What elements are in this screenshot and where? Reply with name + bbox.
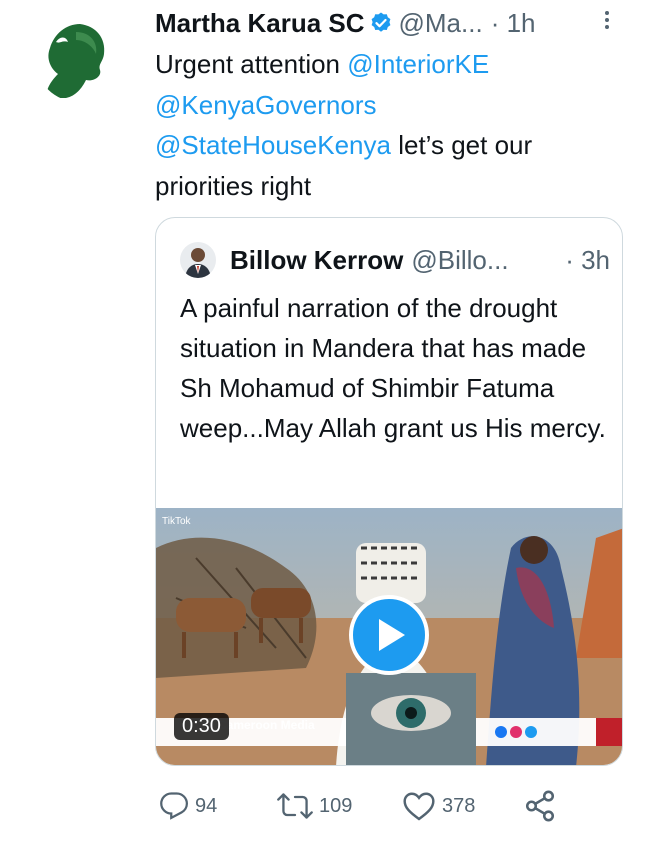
tweet-time[interactable]: · 1h <box>491 8 536 39</box>
heart-icon <box>403 792 435 821</box>
quoted-author-handle[interactable]: @Billo... <box>411 245 508 276</box>
tweet-actions: 94 109 378 <box>155 786 575 826</box>
video-ticker-text: Cameroon Media <box>218 718 315 732</box>
retweet-count: 109 <box>319 794 353 817</box>
tweet-text: Urgent attention @InteriorKE @KenyaGover… <box>155 44 615 206</box>
play-button[interactable] <box>349 595 429 675</box>
author-name[interactable]: Martha Karua SC <box>155 8 365 39</box>
mention-link[interactable]: @KenyaGovernors <box>155 90 377 120</box>
reply-count: 94 <box>195 794 218 817</box>
retweet-button[interactable]: 109 <box>277 786 352 826</box>
reply-button[interactable]: 94 <box>159 786 217 826</box>
mention-link[interactable]: @StateHouseKenya <box>155 130 391 160</box>
reply-icon <box>160 792 189 820</box>
quoted-tweet-text: A painful narration of the drought situa… <box>180 293 606 443</box>
verified-badge-icon <box>371 12 390 32</box>
quoted-tweet-header: Billow Kerrow @Billo... · 3h <box>180 240 610 280</box>
like-count: 378 <box>442 794 476 817</box>
author-avatar[interactable] <box>36 18 120 102</box>
video-player[interactable]: TikTok Cameroon Media 0:30 <box>156 508 622 765</box>
author-handle[interactable]: @Ma... <box>399 8 483 39</box>
person-avatar-icon <box>180 242 216 278</box>
share-button[interactable] <box>523 786 563 826</box>
tiktok-watermark: TikTok <box>162 516 191 527</box>
like-button[interactable]: 378 <box>402 786 475 826</box>
tweet-header: Martha Karua SC @Ma... · 1h <box>155 6 625 40</box>
tweet-text-part: Urgent attention <box>155 49 348 79</box>
video-duration: 0:30 <box>174 713 229 740</box>
quoted-tweet-card[interactable]: Billow Kerrow @Billo... · 3h A painful n… <box>155 217 623 766</box>
quoted-author-avatar[interactable] <box>180 242 216 278</box>
profile-silhouette-icon <box>46 24 105 98</box>
play-icon <box>379 619 405 651</box>
mention-link[interactable]: @InteriorKE <box>347 49 489 79</box>
quoted-tweet-time[interactable]: · 3h <box>565 245 610 276</box>
more-options-icon[interactable] <box>602 8 612 36</box>
quoted-author-name[interactable]: Billow Kerrow <box>230 245 403 276</box>
retweet-icon <box>277 793 313 819</box>
share-icon <box>525 790 555 822</box>
